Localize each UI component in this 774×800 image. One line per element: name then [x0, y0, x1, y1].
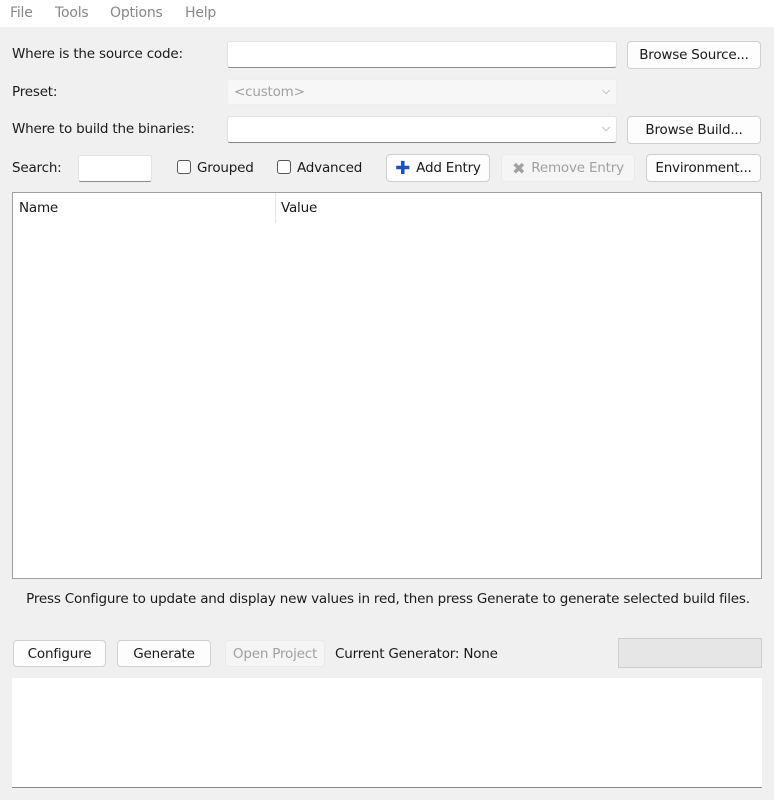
source-input[interactable]	[227, 41, 617, 68]
environment-button[interactable]: Environment...	[646, 154, 761, 182]
open-project-button[interactable]: Open Project	[225, 640, 325, 667]
checkbox-icon[interactable]	[277, 160, 291, 174]
advanced-label: Advanced	[297, 160, 363, 176]
grouped-label: Grouped	[197, 160, 254, 176]
column-header-value[interactable]: Value	[281, 200, 317, 216]
cache-table[interactable]: Name Value	[12, 192, 762, 579]
search-label: Search:	[12, 160, 62, 176]
add-entry-label: Add Entry	[416, 160, 481, 176]
generate-button[interactable]: Generate	[117, 640, 211, 667]
browse-source-button[interactable]: Browse Source...	[627, 41, 761, 69]
preset-value: <custom>	[234, 84, 305, 100]
progress-bar	[618, 638, 762, 668]
column-divider	[275, 193, 276, 223]
preset-label: Preset:	[12, 84, 58, 100]
search-input[interactable]	[78, 155, 152, 182]
menu-help[interactable]: Help	[185, 5, 216, 21]
hint-text: Press Configure to update and display ne…	[26, 591, 750, 607]
menu-options[interactable]: Options	[110, 5, 163, 21]
remove-entry-label: Remove Entry	[531, 160, 624, 176]
preset-select[interactable]: <custom> ⌵	[227, 79, 617, 105]
advanced-checkbox[interactable]: Advanced	[277, 160, 362, 176]
browse-build-button[interactable]: Browse Build...	[627, 116, 761, 144]
menu-tools[interactable]: Tools	[55, 5, 89, 21]
checkbox-icon[interactable]	[177, 160, 191, 174]
source-label: Where is the source code:	[12, 46, 183, 62]
chevron-down-icon[interactable]: ⌵	[602, 121, 610, 135]
output-log[interactable]	[12, 678, 762, 788]
plus-icon: ✚	[395, 157, 411, 179]
build-combobox[interactable]: ⌵	[227, 116, 617, 143]
add-entry-button[interactable]: ✚ Add Entry	[386, 154, 490, 182]
column-header-name[interactable]: Name	[19, 200, 58, 216]
configure-button[interactable]: Configure	[13, 640, 106, 667]
grouped-checkbox[interactable]: Grouped	[177, 160, 254, 176]
current-generator: Current Generator: None	[335, 646, 498, 662]
remove-entry-button[interactable]: ✖ Remove Entry	[501, 154, 635, 182]
chevron-down-icon: ⌵	[601, 84, 610, 97]
menu-file[interactable]: File	[10, 5, 33, 21]
remove-x-icon: ✖	[512, 158, 526, 178]
build-label: Where to build the binaries:	[12, 121, 195, 137]
